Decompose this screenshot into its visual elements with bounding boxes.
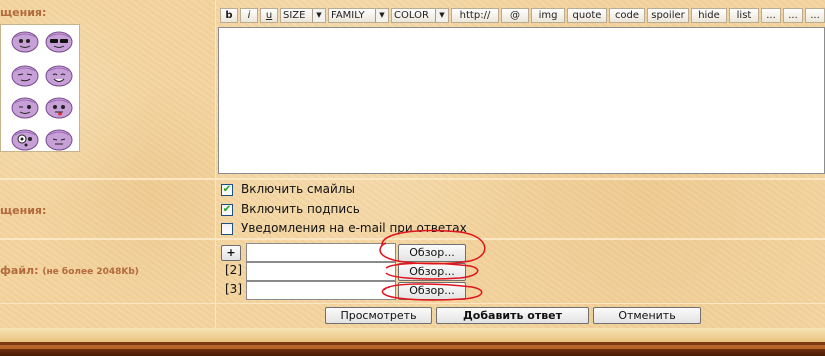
- chevron-down-icon: ▼: [435, 9, 448, 22]
- submit-reply-button[interactable]: Добавить ответ: [436, 307, 589, 324]
- bold-button[interactable]: b: [220, 8, 238, 23]
- smiley-wink-icon[interactable]: [11, 97, 39, 119]
- add-attachment-button[interactable]: +: [221, 245, 241, 261]
- row-divider: [0, 303, 825, 304]
- preview-button[interactable]: Просмотреть: [325, 307, 432, 324]
- cancel-button[interactable]: Отменить: [593, 307, 701, 324]
- attachment-index-3: [3]: [225, 282, 242, 296]
- smiley-squint-icon[interactable]: [45, 129, 73, 151]
- underline-button[interactable]: u: [260, 8, 278, 23]
- more-button-3[interactable]: ...: [805, 8, 825, 23]
- options-row-label: щения:: [0, 204, 47, 217]
- file-limit-note: (не более 2048Kb): [42, 267, 139, 277]
- size-select[interactable]: SIZE ▼: [280, 8, 326, 23]
- file-path-input-1[interactable]: [246, 243, 396, 262]
- enable-smileys-checkbox[interactable]: ✔: [221, 184, 233, 196]
- color-select[interactable]: COLOR ▼: [391, 8, 449, 23]
- color-select-value: COLOR: [394, 10, 429, 21]
- email-button[interactable]: @: [501, 8, 529, 23]
- column-divider: [215, 0, 216, 328]
- file-path-input-3[interactable]: [246, 281, 396, 300]
- code-button[interactable]: code: [609, 8, 645, 23]
- smileys-panel: [0, 24, 80, 152]
- enable-signature-checkbox[interactable]: ✔: [221, 204, 233, 216]
- browse-button-1[interactable]: Обзор...: [398, 244, 466, 262]
- row-divider: [0, 178, 825, 180]
- message-row-label: щения:: [0, 6, 47, 19]
- footer-band-light: [0, 328, 825, 342]
- chevron-down-icon: ▼: [312, 9, 325, 22]
- smiley-blush-icon[interactable]: [11, 31, 39, 53]
- smiley-grin-icon[interactable]: [45, 65, 73, 87]
- message-textarea[interactable]: [218, 27, 825, 174]
- file-path-input-2[interactable]: [246, 262, 396, 281]
- enable-smileys-label: Включить смайлы: [241, 182, 355, 196]
- row-divider: [0, 238, 825, 240]
- size-select-value: SIZE: [283, 10, 306, 21]
- email-notify-checkbox[interactable]: [221, 223, 233, 235]
- italic-button[interactable]: i: [240, 8, 258, 23]
- family-select[interactable]: FAMILY ▼: [328, 8, 389, 23]
- enable-signature-label: Включить подпись: [241, 202, 360, 216]
- list-button[interactable]: list: [729, 8, 759, 23]
- spoiler-button[interactable]: spoiler: [647, 8, 689, 23]
- smiley-sunglasses-icon[interactable]: [45, 31, 73, 53]
- smiley-surprised-icon[interactable]: [11, 129, 39, 151]
- more-button-1[interactable]: ...: [761, 8, 781, 23]
- file-row-label: файл: (не более 2048Kb): [0, 264, 139, 277]
- more-button-2[interactable]: ...: [783, 8, 803, 23]
- browse-button-3[interactable]: Обзор...: [398, 282, 466, 300]
- family-select-value: FAMILY: [331, 10, 365, 21]
- browse-button-2[interactable]: Обзор...: [398, 263, 466, 281]
- smiley-sly-icon[interactable]: [11, 65, 39, 87]
- chevron-down-icon: ▼: [375, 9, 388, 22]
- hide-button[interactable]: hide: [691, 8, 727, 23]
- email-notify-label: Уведомления на e-mail при ответах: [241, 221, 467, 235]
- smiley-tongue-icon[interactable]: [45, 97, 73, 119]
- file-row-label-text: файл:: [0, 264, 39, 277]
- quote-button[interactable]: quote: [567, 8, 607, 23]
- img-button[interactable]: img: [531, 8, 565, 23]
- footer-band-dark: [0, 349, 825, 356]
- attachment-index-2: [2]: [225, 263, 242, 277]
- url-button[interactable]: http://: [451, 8, 499, 23]
